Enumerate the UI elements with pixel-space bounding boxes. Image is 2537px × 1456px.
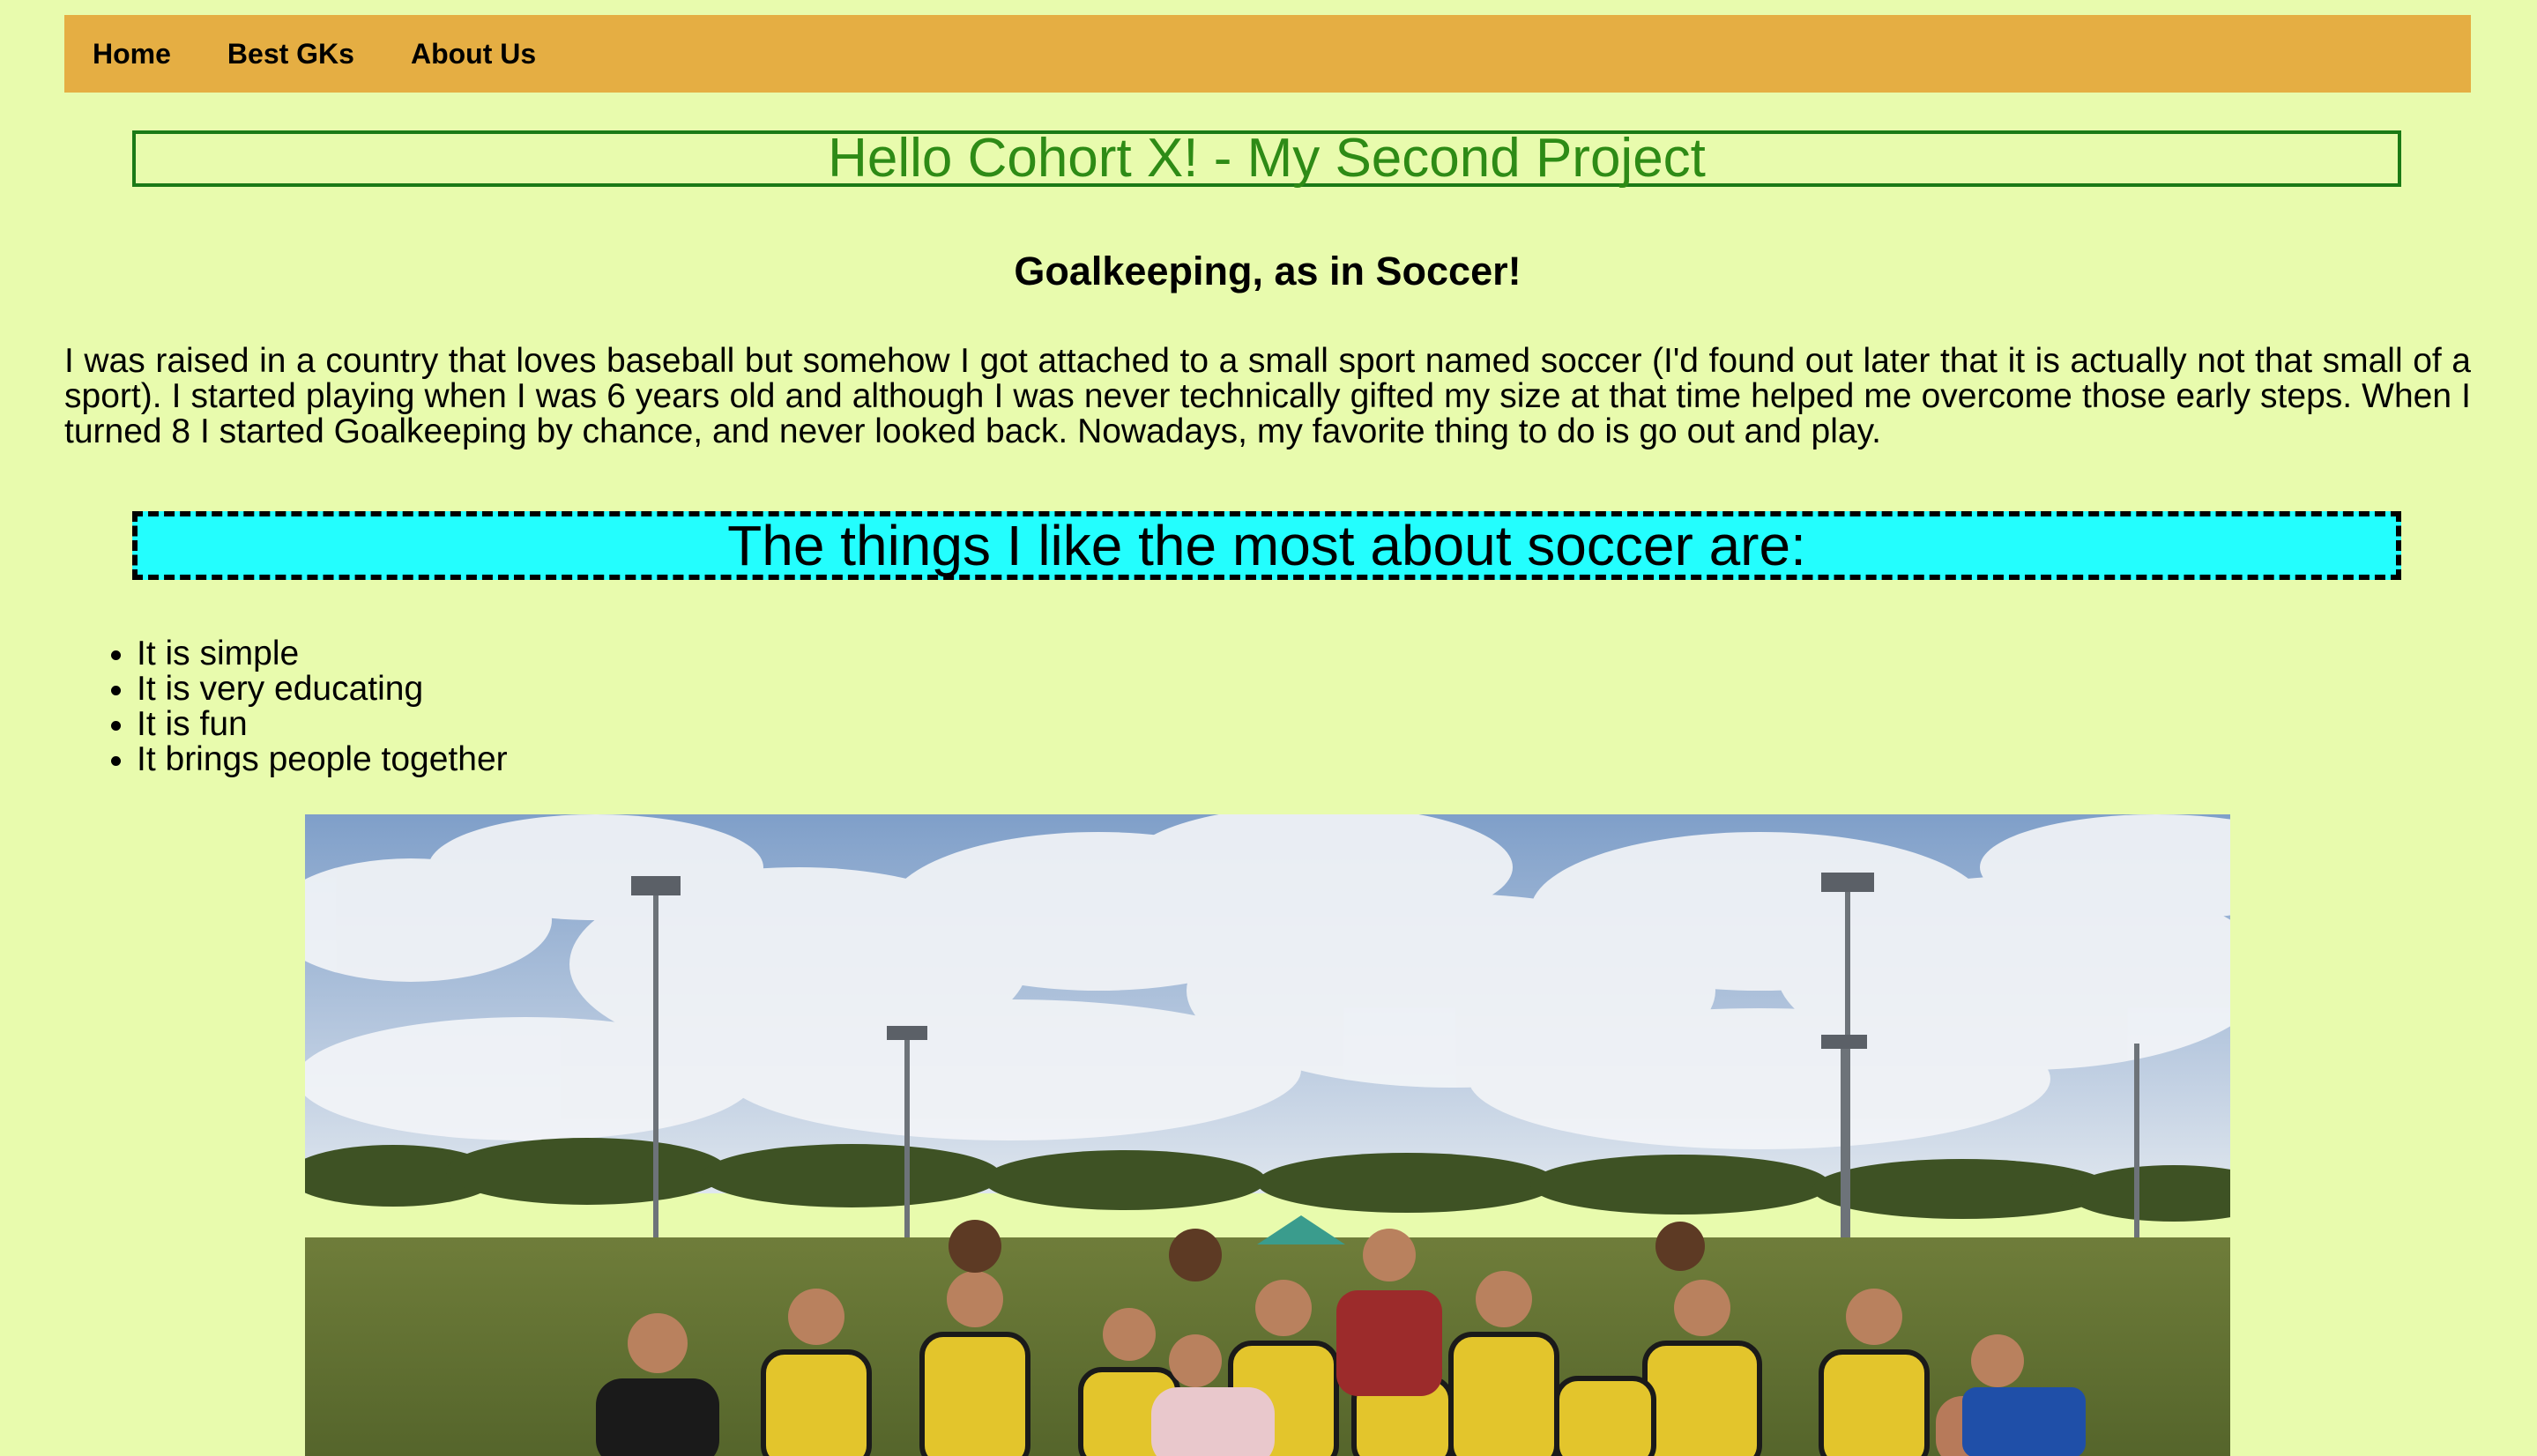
likes-heading-box: The things I like the most about soccer … [132, 511, 2401, 580]
page: Home Best GKs About Us Hello Cohort X! -… [0, 0, 2537, 1456]
likes-heading: The things I like the most about soccer … [727, 514, 1806, 577]
nav-link-home[interactable]: Home [64, 15, 199, 93]
list-item: It brings people together [137, 742, 508, 777]
list-item: It is fun [137, 707, 508, 742]
intro-paragraph: I was raised in a country that loves bas… [64, 342, 2471, 450]
list-item: It is simple [137, 636, 508, 672]
page-title: Hello Cohort X! - My Second Project [828, 128, 1706, 189]
nav-link-about-us[interactable]: About Us [383, 15, 564, 93]
section-subtitle: Goalkeeping, as in Soccer! [1014, 249, 1521, 293]
likes-list: It is simple It is very educating It is … [64, 636, 508, 777]
page-title-box: Hello Cohort X! - My Second Project [132, 130, 2401, 187]
top-navbar: Home Best GKs About Us [64, 15, 2471, 93]
nav-link-best-gks[interactable]: Best GKs [199, 15, 383, 93]
team-photo-illustration [305, 814, 2230, 1456]
team-photo [305, 814, 2230, 1456]
list-item: It is very educating [137, 672, 508, 707]
